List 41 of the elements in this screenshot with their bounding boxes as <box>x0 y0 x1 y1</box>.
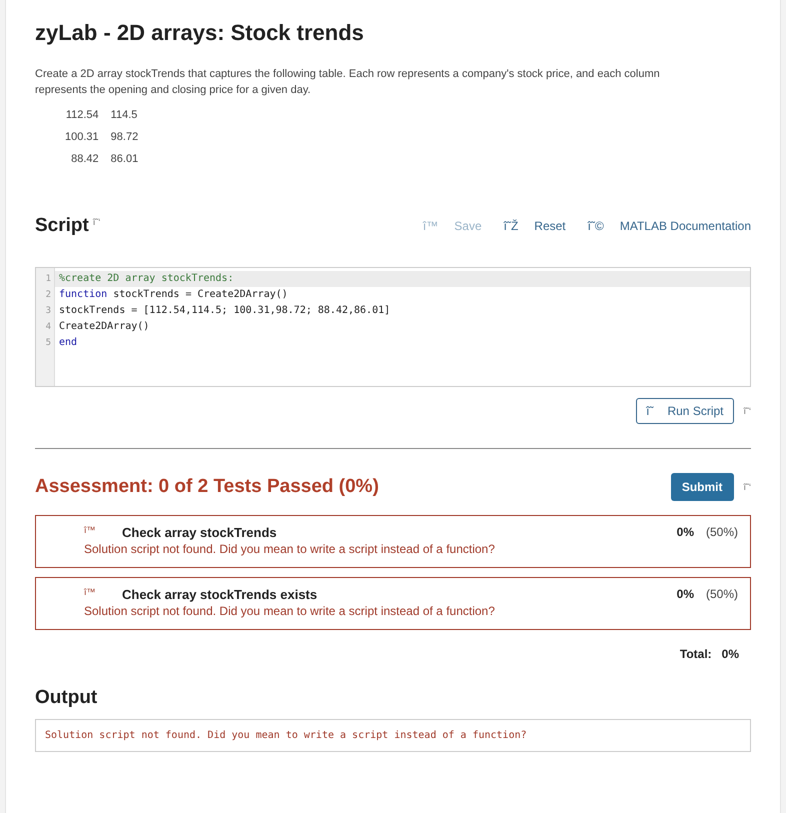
code-line: end <box>58 336 78 350</box>
test-name: Check array stockTrends exists <box>122 587 318 602</box>
table-cell-text: 98.72 <box>110 130 140 145</box>
help-icon[interactable]: î˜‘ <box>744 482 751 492</box>
line-number: 2 <box>44 289 52 302</box>
test-weight: (50%) <box>706 587 738 602</box>
section-heading: Script <box>35 215 89 237</box>
test-message: Solution script not found. Did you mean to write a script instead of a function? <box>84 604 496 618</box>
total-label: Total: <box>680 647 712 661</box>
toolbar-button[interactable]: î˜© MATLAB Documentation <box>588 219 751 233</box>
help-icon[interactable]: î˜‘ <box>744 406 751 416</box>
section-heading: Output <box>35 687 98 709</box>
test-icon: î™ <box>84 587 122 602</box>
test-icon: î™ <box>84 525 122 540</box>
total-value: 0% <box>722 647 739 661</box>
code-editor[interactable]: 1 2 3 4 5 %create 2D array stockTrends: function stockTrends = Create2DArray() stockTrends = [112.54,114.5; 100.31,98.72; 88.42,86.01] Create2DArray() end <box>35 267 751 387</box>
test-score: 0% <box>676 525 694 540</box>
code-line: stockTrends = [112.54,114.5; 100.31,98.72; 88.42,86.01] <box>58 304 392 318</box>
line-number: 4 <box>44 321 52 334</box>
description: Create a 2D array stockTrends that captures the following table. Each row represents a company's stock price, and each column represents the opening and closing price for a given day. <box>35 67 661 98</box>
code-line: Create2DArray() <box>58 320 150 334</box>
test-score: 0% <box>676 587 694 602</box>
line-number: 3 <box>44 305 52 318</box>
test-weight: (50%) <box>706 525 738 540</box>
submit-button[interactable]: Submit <box>670 473 734 501</box>
table-cell-text: 112.54 <box>64 108 100 123</box>
run-script-button[interactable]: î˜ Run Script <box>636 398 734 424</box>
table-cell-text: 100.31 <box>64 130 100 145</box>
line-number: 1 <box>44 273 52 286</box>
test-message: Solution script not found. Did you mean to write a script instead of a function? <box>84 542 496 556</box>
line-number: 5 <box>44 337 52 350</box>
code-line: function stockTrends = Create2DArray() <box>58 288 289 302</box>
page-title: zyLab - 2D arrays: Stock trends <box>35 20 365 46</box>
test-name: Check array stockTrends <box>122 525 278 540</box>
toolbar-button[interactable]: î˜Ž Reset <box>504 219 566 233</box>
assessment-heading: Assessment: 0 of 2 Tests Passed (0%) <box>35 476 379 498</box>
output-box: Solution script not found. Did you mean to write a script instead of a function? <box>35 719 751 752</box>
table-cell-text: 114.5 <box>110 108 138 123</box>
table-cell-text: 86.01 <box>110 152 140 167</box>
table-cell-text: 88.42 <box>70 152 100 167</box>
help-icon[interactable]: î˜‘ <box>92 217 100 227</box>
